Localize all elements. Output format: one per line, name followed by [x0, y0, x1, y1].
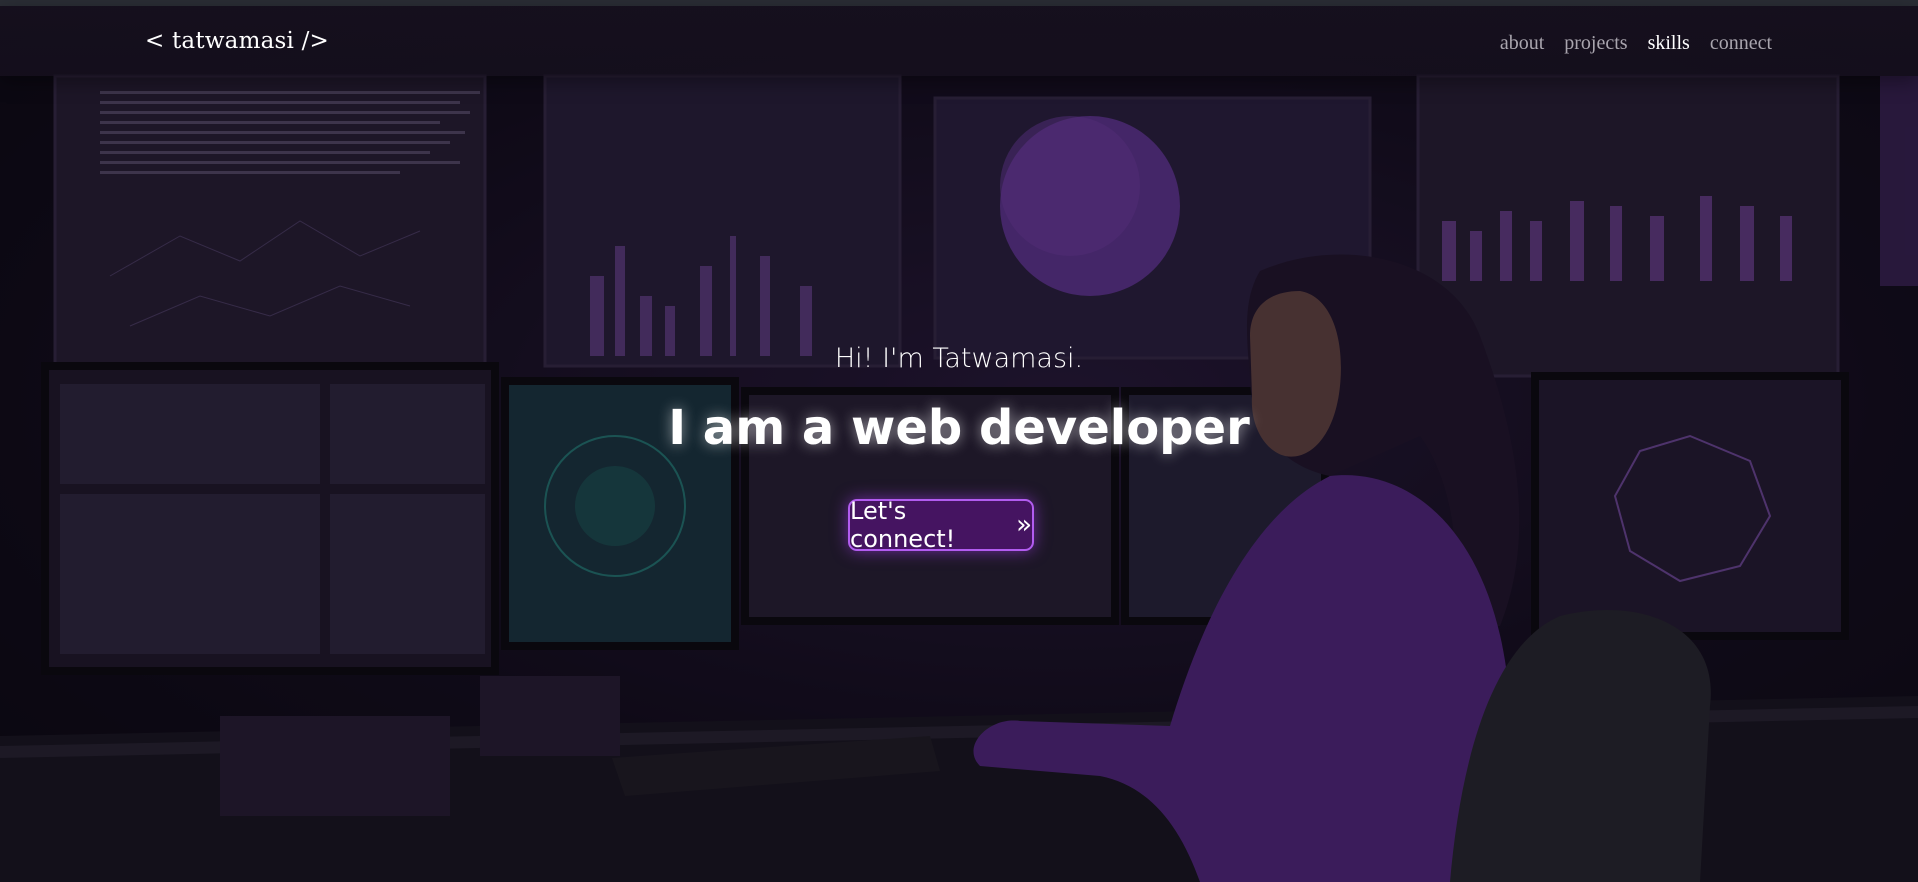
- connect-button[interactable]: Let's connect! »: [848, 497, 1034, 553]
- nav-links: about projects skills connect: [1500, 32, 1772, 55]
- site-logo[interactable]: < tatwamasi />: [145, 28, 329, 54]
- hero-greeting: Hi! I'm Tatwamasi.: [834, 343, 1084, 374]
- nav-link-connect[interactable]: connect: [1710, 32, 1772, 55]
- nav-link-skills[interactable]: skills: [1648, 32, 1690, 55]
- nav-link-about[interactable]: about: [1500, 32, 1544, 55]
- nav-link-projects[interactable]: projects: [1564, 32, 1627, 55]
- navbar: < tatwamasi /> about projects skills con…: [0, 6, 1918, 76]
- connect-button-label: Let's connect!: [850, 497, 956, 553]
- double-chevron-right-icon: »: [1016, 510, 1032, 540]
- hero-headline: I am a web developer: [668, 400, 1250, 456]
